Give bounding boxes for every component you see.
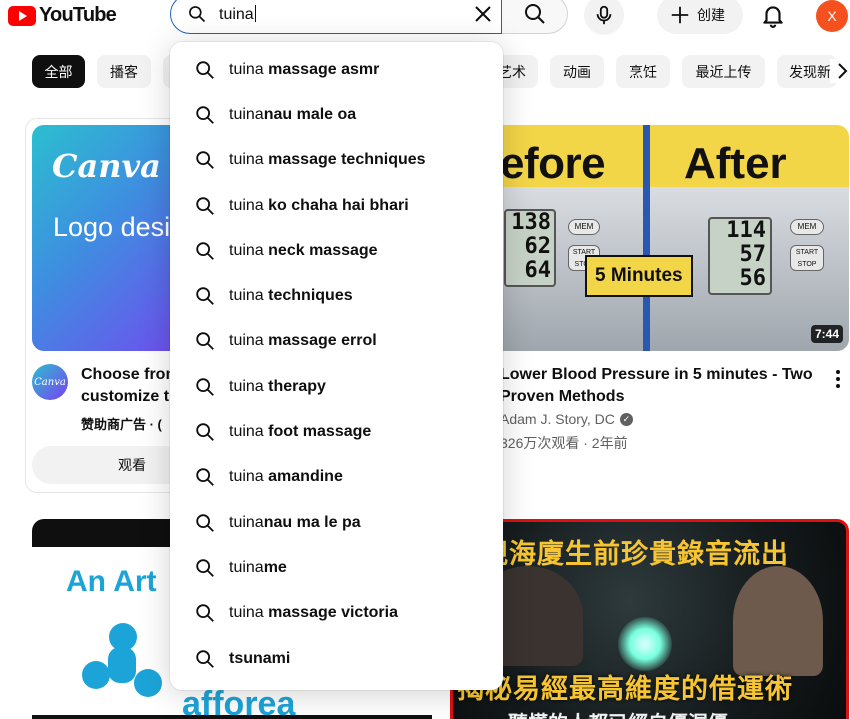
search-button[interactable]	[502, 0, 568, 34]
video-thumbnail[interactable]: efore After 138 62 64 MEM START STOP 114 57…	[500, 125, 849, 351]
bp-screen-left: 138 62 64	[504, 209, 556, 287]
suggestion-text: tuinanau ma le pa	[229, 513, 361, 531]
logo-text: YouTube	[39, 4, 117, 26]
search-suggestion-item[interactable]: tuina massage asmr	[170, 47, 503, 92]
verified-check-icon: ✓	[619, 412, 633, 426]
mem-button-right: MEM	[790, 219, 824, 235]
chip-recently-uploaded[interactable]: 最近上传	[682, 55, 765, 88]
advertiser-avatar[interactable]: Canva	[32, 364, 68, 400]
chip-animation[interactable]: 动画	[550, 55, 604, 88]
mem-button-left: MEM	[568, 219, 600, 235]
search-suggestion-item[interactable]: tuina techniques	[170, 273, 503, 318]
canva-logo: Canva	[52, 147, 161, 185]
thumb-badge: 5 Minutes	[585, 255, 693, 297]
more-options-icon[interactable]	[828, 367, 848, 391]
start-button-right: START STOP	[790, 245, 824, 271]
search-suggestion-item[interactable]: tuina massage errol	[170, 319, 503, 364]
suggestion-text: tuina massage asmr	[229, 60, 380, 78]
suggestion-text: tuina techniques	[229, 287, 353, 305]
suggestion-text: tuina ko chaha hai bhari	[229, 196, 409, 214]
video-duration: 7:44	[810, 325, 843, 343]
microphone-icon	[596, 5, 612, 25]
thumb-text-before: efore	[500, 139, 606, 188]
video-stats: 326万次观看 · 2年前	[500, 435, 628, 451]
chip-cooking[interactable]: 烹饪	[616, 55, 670, 88]
youtube-play-icon	[8, 5, 36, 26]
suggestion-text: tuina amandine	[229, 468, 343, 486]
search-icon	[196, 196, 214, 215]
search-suggestion-item[interactable]: tuinanau ma le pa	[170, 500, 503, 545]
search-suggestion-item[interactable]: tuina massage victoria	[170, 591, 503, 636]
search-suggestion-item[interactable]: tuinanau male oa	[170, 92, 503, 137]
search-suggestions-dropdown: tuina massage asmr tuinanau male oa tuina …	[170, 42, 503, 690]
voice-search-button[interactable]	[584, 0, 624, 35]
thumb-headline-bottom: 揭秘易經最高維度的借運術	[457, 674, 793, 704]
search-icon	[196, 242, 214, 260]
thumb-text-art: An Art	[66, 565, 157, 598]
youtube-logo[interactable]: YouTube	[8, 4, 117, 27]
search-icon	[196, 559, 214, 577]
search-icon	[196, 151, 214, 170]
account-avatar[interactable]: X	[816, 0, 848, 32]
search-icon	[196, 332, 214, 351]
search-icon	[196, 60, 214, 79]
yin-yang-graphic	[618, 617, 672, 671]
search-icon	[196, 287, 214, 306]
plus-icon	[671, 6, 689, 24]
suggestion-text: tuina massage victoria	[229, 604, 398, 622]
create-label: 创建	[697, 7, 725, 23]
search-icon	[196, 106, 214, 124]
suggestion-text: tuina foot massage	[229, 423, 372, 441]
thumb-bottom-strip	[32, 715, 432, 719]
clear-search-icon[interactable]	[471, 2, 495, 26]
search-icon	[196, 423, 214, 441]
thumb-subtext: 聽懂的人都已經自優渥優	[508, 707, 728, 719]
suggestion-text: tuina therapy	[229, 377, 326, 395]
molecule-graphic	[82, 623, 162, 697]
create-button[interactable]: 创建	[657, 0, 743, 34]
channel-name[interactable]: Adam J. Story, DC ✓	[500, 411, 633, 427]
search-icon	[196, 649, 214, 668]
suggestion-text: tuina massage errol	[229, 332, 377, 350]
thumb-text-after: After	[684, 139, 787, 188]
notifications-bell-icon[interactable]	[760, 2, 786, 28]
video-title[interactable]: Lower Blood Pressure in 5 minutes - Two …	[500, 364, 820, 408]
chip-new-to-you[interactable]: 发现新	[777, 55, 837, 88]
suggestion-text: tuina neck massage	[229, 241, 378, 259]
search-suggestion-item[interactable]: tuina foot massage	[170, 409, 503, 454]
search-suggestion-item[interactable]: tuina ko chaha hai bhari	[170, 183, 503, 228]
sponsored-label: 赞助商广告 · (	[81, 417, 162, 432]
search-suggestion-item[interactable]: tuina amandine	[170, 455, 503, 500]
search-box[interactable]: tuina	[170, 0, 502, 34]
top-bar: YouTube tuina 创建 X	[0, 0, 850, 36]
chip-podcasts[interactable]: 播客	[97, 55, 151, 88]
search-icon	[524, 4, 545, 24]
search-icon	[196, 378, 214, 396]
thumb-text-bottom: afforea	[182, 685, 296, 719]
search-suggestion-item[interactable]: tsunami	[170, 636, 503, 681]
search-icon	[196, 604, 214, 623]
suggestion-text: tuinanau male oa	[229, 105, 357, 123]
search-suggestion-item[interactable]: tuina massage techniques	[170, 138, 503, 183]
search-icon	[196, 513, 214, 532]
thumb-person-right	[733, 566, 823, 676]
bp-screen-right: 114 57 56	[708, 217, 772, 295]
chip-all[interactable]: 全部	[32, 55, 85, 88]
suggestion-text: tuina massage techniques	[229, 151, 426, 169]
search-icon	[196, 468, 214, 487]
thumb-divider	[643, 125, 650, 351]
suggestion-text: tuiname	[229, 558, 287, 576]
chevron-right-icon[interactable]	[830, 59, 850, 83]
search-suggestion-item[interactable]: tuiname	[170, 545, 503, 590]
suggestion-text: tsunami	[229, 649, 291, 667]
search-suggestion-item[interactable]: tuina therapy	[170, 364, 503, 409]
search-icon	[189, 6, 206, 23]
search-input[interactable]: tuina	[219, 4, 256, 24]
search-suggestion-item[interactable]: tuina neck massage	[170, 228, 503, 273]
video-thumbnail-bottom-right[interactable]: 観海廈生前珍貴錄音流出 揭秘易經最高維度的借運術 聽懂的人都已經自優渥優	[450, 519, 849, 719]
